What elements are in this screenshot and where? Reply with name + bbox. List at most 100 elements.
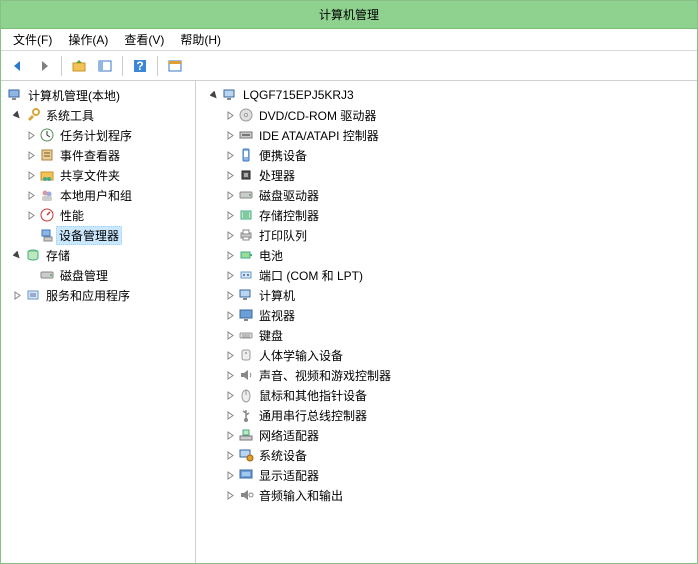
expander-open-icon[interactable] (208, 89, 220, 101)
device-category[interactable]: 音频输入和输出 (196, 485, 697, 505)
expander-closed-icon[interactable] (224, 269, 236, 281)
device-category[interactable]: 网络适配器 (196, 425, 697, 445)
expander-closed-icon[interactable] (224, 389, 236, 401)
expander-closed-icon[interactable] (25, 209, 37, 221)
tree-storage[interactable]: 存储 (1, 245, 195, 265)
tree-services-apps[interactable]: 服务和应用程序 (1, 285, 195, 305)
expander-closed-icon[interactable] (224, 149, 236, 161)
device-category[interactable]: 处理器 (196, 165, 697, 185)
device-category[interactable]: 存储控制器 (196, 205, 697, 225)
tree-root-label: 计算机管理(本地) (27, 87, 121, 104)
expander-closed-icon[interactable] (11, 289, 23, 301)
expander-closed-icon[interactable] (224, 489, 236, 501)
device-category-label: 显示适配器 (258, 467, 320, 484)
toolbar-separator (122, 56, 123, 76)
expander-closed-icon[interactable] (224, 309, 236, 321)
tree-event-viewer-label: 事件查看器 (59, 147, 121, 164)
expander-closed-icon[interactable] (224, 329, 236, 341)
tree-shared-folders[interactable]: 共享文件夹 (1, 165, 195, 185)
expander-closed-icon[interactable] (224, 189, 236, 201)
device-category[interactable]: 便携设备 (196, 145, 697, 165)
tree-system-tools[interactable]: 系统工具 (1, 105, 195, 125)
device-category[interactable]: 显示适配器 (196, 465, 697, 485)
toolbar-separator (157, 56, 158, 76)
event-icon (39, 147, 55, 163)
tree-task-scheduler[interactable]: 任务计划程序 (1, 125, 195, 145)
device-category-label: 磁盘驱动器 (258, 187, 320, 204)
expander-closed-icon[interactable] (224, 169, 236, 181)
expander-closed-icon[interactable] (224, 349, 236, 361)
device-category-label: 鼠标和其他指针设备 (258, 387, 368, 404)
device-host-label: LQGF715EPJ5KRJ3 (242, 88, 355, 102)
tree-device-manager-label: 设备管理器 (56, 226, 122, 245)
tree-disk-mgmt[interactable]: 磁盘管理 (1, 265, 195, 285)
device-host[interactable]: LQGF715EPJ5KRJ3 (196, 85, 697, 105)
arrow-right-icon (36, 58, 52, 74)
expander-closed-icon[interactable] (224, 429, 236, 441)
device-category[interactable]: 电池 (196, 245, 697, 265)
menu-action[interactable]: 操作(A) (62, 29, 114, 50)
device-category[interactable]: DVD/CD-ROM 驱动器 (196, 105, 697, 125)
device-category-label: 系统设备 (258, 447, 308, 464)
device-category[interactable]: 系统设备 (196, 445, 697, 465)
expander-closed-icon[interactable] (25, 189, 37, 201)
tree-device-manager[interactable]: 设备管理器 (1, 225, 195, 245)
expander-closed-icon[interactable] (224, 409, 236, 421)
arrow-left-icon (10, 58, 26, 74)
device-category-label: DVD/CD-ROM 驱动器 (258, 107, 377, 124)
expander-closed-icon[interactable] (224, 109, 236, 121)
expander-closed-icon[interactable] (224, 129, 236, 141)
up-button[interactable] (68, 55, 90, 77)
keyboard-icon (238, 327, 254, 343)
hdd-icon (238, 187, 254, 203)
props-button[interactable] (164, 55, 186, 77)
audioio-icon (238, 487, 254, 503)
expander-closed-icon[interactable] (25, 149, 37, 161)
tree-performance[interactable]: 性能 (1, 205, 195, 225)
computer-mgmt-icon (7, 87, 23, 103)
expander-closed-icon[interactable] (25, 169, 37, 181)
svg-text:?: ? (136, 59, 143, 73)
back-button[interactable] (7, 55, 29, 77)
device-category[interactable]: 键盘 (196, 325, 697, 345)
device-category[interactable]: 人体学输入设备 (196, 345, 697, 365)
expander-closed-icon[interactable] (224, 469, 236, 481)
device-category[interactable]: 打印队列 (196, 225, 697, 245)
menu-view[interactable]: 查看(V) (118, 29, 170, 50)
expander-closed-icon[interactable] (224, 449, 236, 461)
expander-closed-icon[interactable] (224, 369, 236, 381)
menu-file[interactable]: 文件(F) (7, 29, 58, 50)
tree-services-apps-label: 服务和应用程序 (45, 287, 131, 304)
expander-closed-icon[interactable] (224, 209, 236, 221)
device-category[interactable]: 端口 (COM 和 LPT) (196, 265, 697, 285)
cpu-icon (238, 167, 254, 183)
tree-root-computer-management[interactable]: 计算机管理(本地) (1, 85, 195, 105)
device-category-label: 通用串行总线控制器 (258, 407, 368, 424)
disk-icon (39, 267, 55, 283)
expander-closed-icon[interactable] (224, 229, 236, 241)
audio-icon (238, 367, 254, 383)
device-category[interactable]: IDE ATA/ATAPI 控制器 (196, 125, 697, 145)
expander-closed-icon[interactable] (224, 289, 236, 301)
tree-task-scheduler-label: 任务计划程序 (59, 127, 133, 144)
device-category-label: 计算机 (258, 287, 296, 304)
ide-icon (238, 127, 254, 143)
help-button[interactable]: ? (129, 55, 151, 77)
menu-help[interactable]: 帮助(H) (174, 29, 227, 50)
device-category[interactable]: 计算机 (196, 285, 697, 305)
tools-icon (25, 107, 41, 123)
device-category[interactable]: 监视器 (196, 305, 697, 325)
expander-closed-icon[interactable] (224, 249, 236, 261)
device-category[interactable]: 通用串行总线控制器 (196, 405, 697, 425)
forward-button[interactable] (33, 55, 55, 77)
tree-local-users[interactable]: 本地用户和组 (1, 185, 195, 205)
expander-closed-icon[interactable] (25, 129, 37, 141)
tree-event-viewer[interactable]: 事件查看器 (1, 145, 195, 165)
show-hide-tree-button[interactable] (94, 55, 116, 77)
menu-bar: 文件(F) 操作(A) 查看(V) 帮助(H) (1, 29, 697, 51)
expander-open-icon[interactable] (11, 249, 23, 261)
device-category[interactable]: 磁盘驱动器 (196, 185, 697, 205)
expander-open-icon[interactable] (11, 109, 23, 121)
device-category[interactable]: 鼠标和其他指针设备 (196, 385, 697, 405)
device-category[interactable]: 声音、视频和游戏控制器 (196, 365, 697, 385)
